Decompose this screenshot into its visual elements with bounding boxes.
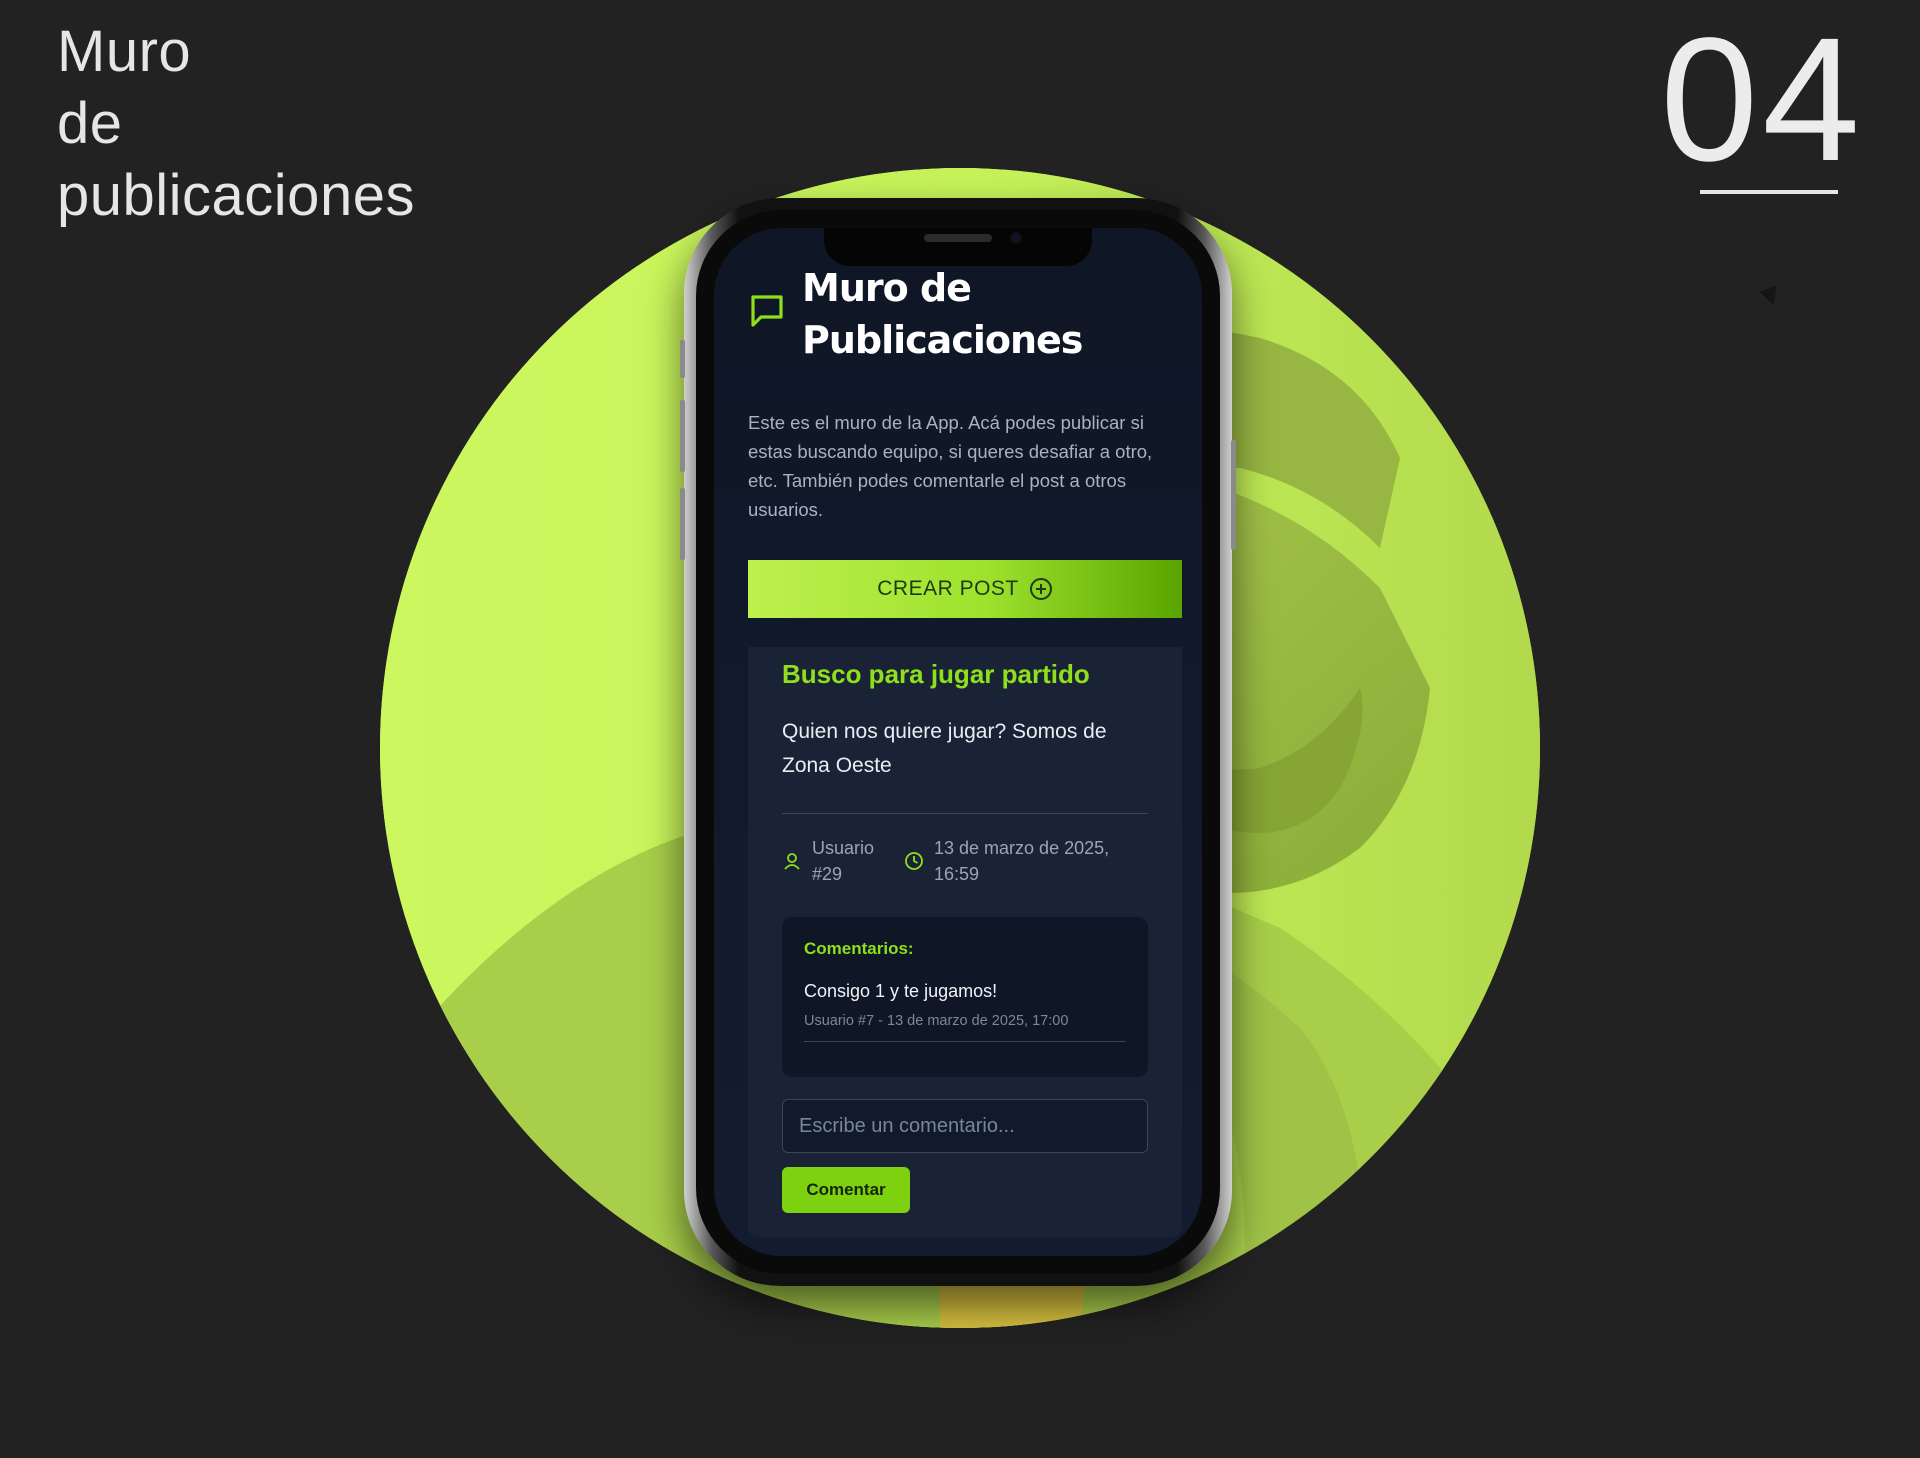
front-camera [1010,232,1022,244]
phone-notch [824,228,1092,266]
phone-power-button [1231,440,1236,550]
post-card: Busco para jugar partido Quien nos quier… [748,647,1182,1237]
post-author-text: Usuario #29 [812,838,875,884]
phone-mute-switch [680,340,685,378]
post-body: Quien nos quiere jugar? Somos de Zona Oe… [782,720,1107,777]
clock-icon [905,852,923,870]
heading-line-3: publicaciones [57,163,415,228]
section-number: 04 [1660,2,1864,198]
comments-section: Comentarios: Consigo 1 y te jugamos! Usu… [782,917,1148,1077]
plus-circle-icon [1029,578,1052,600]
heading-line-1: Muro [57,19,192,84]
comment-meta: Usuario #7 - 13 de marzo de 2025, 17:00 [804,1013,1069,1029]
comment-submit-button[interactable]: Comentar [782,1167,910,1213]
comment-input[interactable] [782,1099,1148,1153]
heading-line-2: de [57,91,123,156]
comment-text: Consigo 1 y te jugamos! [804,981,998,1001]
intro-text: Este es el muro de la App. Acá podes pub… [748,412,1153,520]
user-icon [784,853,800,870]
phone-screen: Muro de Publicaciones Este es el muro de… [714,228,1202,1256]
comments-label: Comentarios: [804,939,914,958]
post-divider [782,813,1148,814]
section-underline [1700,190,1838,194]
phone-volume-up [680,400,685,472]
page-heading: Muro de publicaciones [57,16,415,232]
cursor-icon [1759,285,1783,309]
post-title: Busco para jugar partido [782,659,1090,689]
comment-divider [804,1041,1126,1042]
create-post-button[interactable]: CREAR POST [748,560,1182,618]
chat-bubble-icon [751,295,783,327]
phone-volume-down [680,488,685,560]
page-title: Muro de Publicaciones [802,266,1083,362]
create-post-label: CREAR POST [877,577,1019,600]
post-date-text: 13 de marzo de 2025, 16:59 [934,838,1110,884]
speaker-grille [924,234,992,242]
